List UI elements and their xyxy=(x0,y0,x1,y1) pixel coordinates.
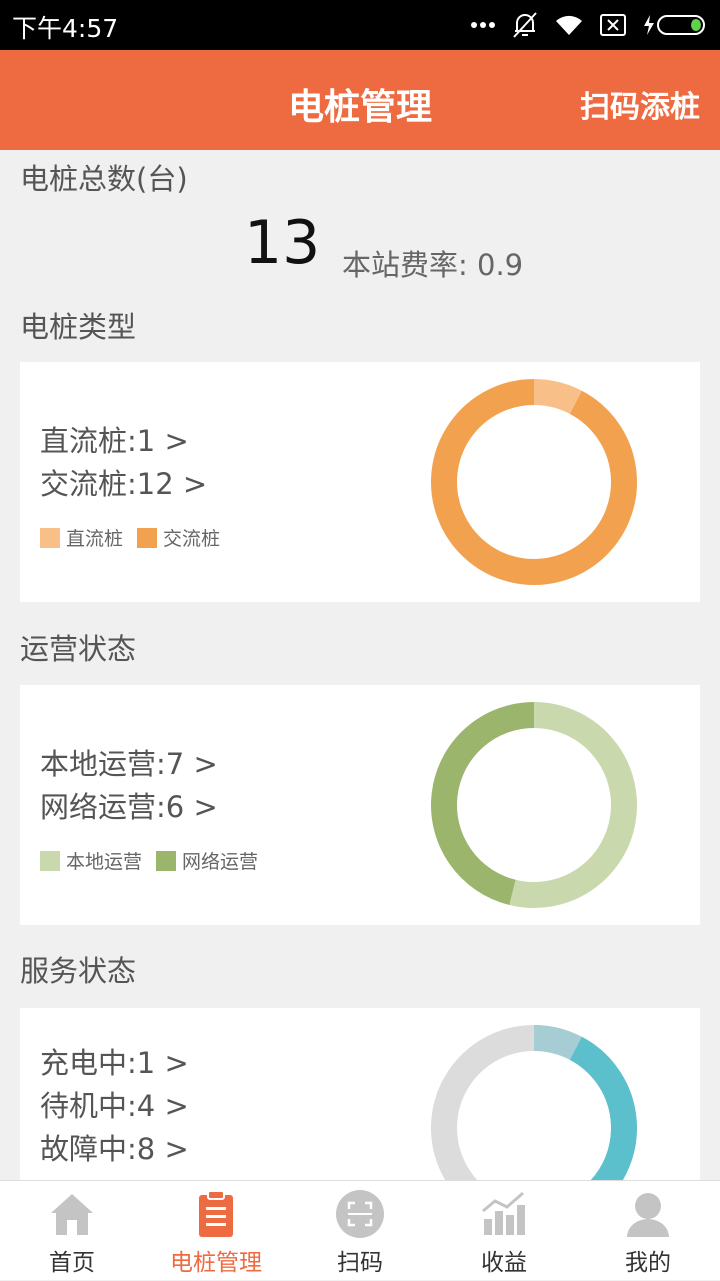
bottom-tab-bar: 首页 电桩管理 扫码 收益 我的 xyxy=(0,1180,720,1280)
type-donut-chart xyxy=(431,379,637,585)
tab-label: 我的 xyxy=(625,1250,671,1276)
ac-pile-link[interactable]: 交流桩:12 > xyxy=(40,463,207,506)
donut-slice xyxy=(533,1025,582,1061)
fault-link[interactable]: 故障中:8 > xyxy=(40,1128,189,1171)
legend-swatch xyxy=(40,850,60,871)
status-time: 下午4:57 xyxy=(12,14,119,43)
user-icon xyxy=(627,1193,669,1237)
bell-muted-icon xyxy=(513,12,537,38)
legend-label: 直流桩 xyxy=(66,528,124,550)
donut-slice xyxy=(533,379,582,415)
charging-link[interactable]: 充电中:1 > xyxy=(40,1042,189,1085)
service-card: 充电中:1 > 待机中:4 > 故障中:8 > xyxy=(20,1008,700,1180)
total-count: 13 xyxy=(244,208,321,278)
tab-pile-management[interactable]: 电桩管理 xyxy=(144,1181,288,1281)
status-bar: 下午4:57 xyxy=(0,0,720,50)
more-dots-icon xyxy=(471,22,495,28)
type-legend: 直流桩 交流桩 xyxy=(40,524,234,551)
sim-card-icon xyxy=(600,14,626,36)
tab-label: 扫码 xyxy=(337,1250,383,1276)
content-area[interactable]: 电桩总数(台) 13 本站费率: 0.9 电桩类型 直流桩:1 > 交流桩:12… xyxy=(0,150,720,1180)
legend-label: 网络运营 xyxy=(182,851,259,873)
service-donut-chart xyxy=(431,1025,637,1180)
status-icons xyxy=(470,8,708,42)
tab-label: 首页 xyxy=(49,1250,95,1276)
scan-icon xyxy=(336,1190,384,1238)
wifi-icon xyxy=(556,15,582,35)
donut-slice xyxy=(431,702,535,906)
scan-add-pile-button[interactable]: 扫码添桩 xyxy=(580,82,700,126)
standby-link[interactable]: 待机中:4 > xyxy=(40,1085,189,1128)
battery-charging-icon xyxy=(644,15,705,35)
clipboard-icon xyxy=(199,1190,233,1237)
operation-card: 本地运营:7 > 网络运营:6 > 本地运营 网络运营 xyxy=(20,685,700,925)
legend-swatch xyxy=(137,527,158,548)
legend-label: 交流桩 xyxy=(163,528,221,550)
service-section-label: 服务状态 xyxy=(20,954,137,988)
donut-slice xyxy=(569,1036,637,1180)
total-label: 电桩总数(台) xyxy=(20,162,188,196)
chart-icon xyxy=(482,1191,525,1235)
station-rate: 本站费率: 0.9 xyxy=(342,248,524,282)
type-section-label: 电桩类型 xyxy=(20,310,137,344)
operation-legend: 本地运营 网络运营 xyxy=(40,847,272,874)
legend-swatch xyxy=(156,850,177,871)
legend-label: 本地运营 xyxy=(66,851,143,873)
tab-mine[interactable]: 我的 xyxy=(576,1181,720,1281)
app-bar: 电桩管理 扫码添桩 xyxy=(0,50,720,150)
tab-label: 收益 xyxy=(481,1250,527,1276)
local-operation-link[interactable]: 本地运营:7 > xyxy=(40,743,218,786)
network-operation-link[interactable]: 网络运营:6 > xyxy=(40,786,218,829)
tab-label: 电桩管理 xyxy=(170,1250,262,1276)
operation-section-label: 运营状态 xyxy=(20,632,137,666)
donut-slice xyxy=(431,379,637,585)
type-card: 直流桩:1 > 交流桩:12 > 直流桩 交流桩 xyxy=(20,362,700,602)
donut-slice xyxy=(509,702,637,908)
legend-swatch xyxy=(40,527,60,548)
tab-home[interactable]: 首页 xyxy=(0,1181,144,1281)
dc-pile-link[interactable]: 直流桩:1 > xyxy=(40,420,207,463)
home-icon xyxy=(51,1194,93,1235)
tab-earnings[interactable]: 收益 xyxy=(432,1181,576,1281)
operation-donut-chart xyxy=(431,702,637,908)
tab-scan[interactable]: 扫码 xyxy=(288,1181,432,1281)
